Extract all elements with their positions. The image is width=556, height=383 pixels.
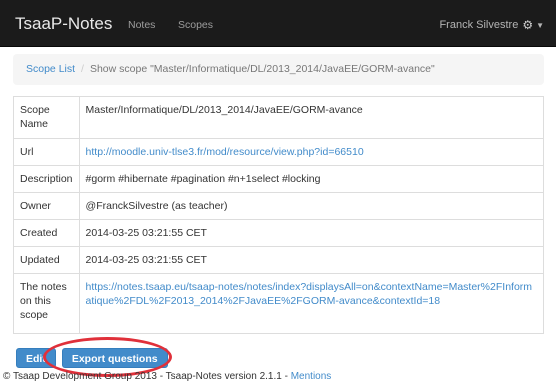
caret-down-icon: ▼ [536, 20, 544, 30]
scope-details-table: Scope Name Master/Informatique/DL/2013_2… [13, 96, 545, 334]
nav-link-scopes[interactable]: Scopes [178, 19, 213, 31]
label-updated: Updated [13, 246, 80, 274]
footer-mentions-link[interactable]: Mentions [291, 371, 332, 382]
row-created: Created 2014-03-25 03:21:55 CET [13, 219, 545, 247]
label-url: Url [13, 138, 80, 166]
value-created: 2014-03-25 03:21:55 CET [78, 219, 545, 247]
row-url: Url http://moodle.univ-tlse3.fr/mod/reso… [13, 138, 545, 166]
breadcrumb-current: Show scope "Master/Informatique/DL/2013_… [89, 63, 435, 75]
user-menu[interactable]: Franck Silvestre ⚙ ▼ [439, 18, 544, 32]
label-description: Description [13, 165, 80, 193]
row-description: Description #gorm #hibernate #pagination… [13, 165, 545, 193]
value-scope-name: Master/Informatique/DL/2013_2014/JavaEE/… [78, 96, 545, 139]
navbar: TsaaP-Notes Notes Scopes Franck Silvestr… [0, 0, 556, 47]
footer: © Tsaap Development Group 2013 - Tsaap-N… [3, 371, 331, 382]
label-notes-on-scope: The notes on this scope [13, 273, 80, 334]
label-created: Created [13, 219, 80, 247]
value-url-link[interactable]: http://moodle.univ-tlse3.fr/mod/resource… [86, 146, 364, 158]
brand-logo[interactable]: TsaaP-Notes [15, 14, 112, 34]
user-name: Franck Silvestre [439, 19, 519, 31]
breadcrumb-separator: / [81, 63, 84, 75]
row-scope-name: Scope Name Master/Informatique/DL/2013_2… [13, 96, 545, 139]
nav-link-notes[interactable]: Notes [128, 19, 155, 31]
value-updated: 2014-03-25 03:21:55 CET [78, 246, 545, 274]
value-owner: @FranckSilvestre (as teacher) [78, 192, 545, 220]
breadcrumb-scope-list[interactable]: Scope List [26, 63, 75, 75]
footer-text: © Tsaap Development Group 2013 - Tsaap-N… [3, 371, 291, 382]
gear-icon: ⚙ [522, 18, 534, 32]
row-notes-link: The notes on this scope https://notes.ts… [13, 273, 545, 334]
row-owner: Owner @FranckSilvestre (as teacher) [13, 192, 545, 220]
value-notes-link[interactable]: https://notes.tsaap.eu/tsaap-notes/notes… [86, 281, 533, 307]
label-owner: Owner [13, 192, 80, 220]
label-scope-name: Scope Name [13, 96, 80, 139]
value-description: #gorm #hibernate #pagination #n+1select … [78, 165, 545, 193]
row-updated: Updated 2014-03-25 03:21:55 CET [13, 246, 545, 274]
breadcrumb: Scope List / Show scope "Master/Informatiq… [13, 54, 544, 85]
